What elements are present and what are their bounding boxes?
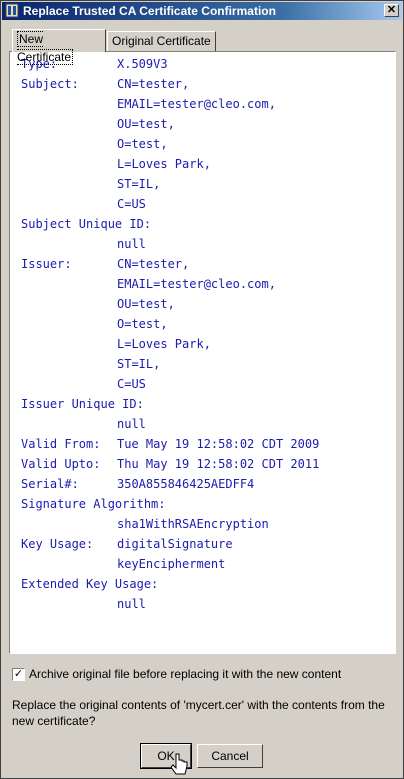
cert-field-value: C=US [117, 377, 146, 391]
archive-label[interactable]: Archive original file before replacing i… [29, 667, 341, 681]
dialog-window: Replace Trusted CA Certificate Confirmat… [0, 0, 404, 779]
window-title: Replace Trusted CA Certificate Confirmat… [23, 4, 276, 18]
cert-field-value: C=US [117, 197, 146, 211]
cert-field-value: L=Loves Park, [117, 337, 211, 351]
tab-label: New Certificate [17, 31, 74, 65]
cancel-button[interactable]: Cancel [197, 744, 263, 768]
archive-checkbox[interactable]: ✓ [12, 668, 25, 681]
confirmation-message: Replace the original contents of 'mycert… [12, 698, 385, 728]
cert-field-value: Thu May 19 12:58:02 CDT 2011 [117, 457, 320, 471]
close-icon: ✕ [386, 4, 397, 16]
cert-field-value: ST=IL, [117, 177, 161, 191]
cert-field-label: Issuer Unique ID: [21, 397, 144, 411]
title-bar[interactable]: Replace Trusted CA Certificate Confirmat… [2, 2, 402, 20]
ok-button[interactable]: OK [140, 743, 192, 769]
cert-field-value: keyEncipherment [117, 557, 226, 571]
cert-field-value: CN=tester, [117, 77, 190, 91]
checkmark-icon: ✓ [13, 668, 24, 680]
cert-field-value: CN=tester, [117, 257, 190, 271]
certificate-panel: Type:X.509V3Subject:CN=tester,EMAIL=test… [9, 51, 396, 654]
cert-field-value: null [117, 597, 146, 611]
cert-field-value: 350A855846425AEDFF4 [117, 477, 255, 491]
cert-field-label: Key Usage: [21, 537, 94, 551]
tab-label: Original Certificate [112, 34, 211, 48]
cert-field-value: null [117, 417, 146, 431]
cert-field-value: O=test, [117, 137, 168, 151]
app-icon [5, 3, 19, 18]
cert-field-label: Extended Key Usage: [21, 577, 159, 591]
cert-field-value: L=Loves Park, [117, 157, 211, 171]
cert-field-value: null [117, 237, 146, 251]
cert-field-value: sha1WithRSAEncryption [117, 517, 269, 531]
cert-field-value: OU=test, [117, 297, 175, 311]
cert-field-value: EMAIL=tester@cleo.com, [117, 97, 276, 111]
cert-field-label: Subject: [21, 77, 79, 91]
cert-field-label: Valid From: [21, 437, 101, 451]
cert-field-value: ST=IL, [117, 357, 161, 371]
cert-field-value: X.509V3 [117, 57, 168, 71]
cert-field-value: OU=test, [117, 117, 175, 131]
tab-new-certificate[interactable]: New Certificate [12, 29, 106, 65]
cert-field-value: digitalSignature [117, 537, 233, 551]
cert-field-label: Issuer: [21, 257, 72, 271]
close-button[interactable]: ✕ [384, 4, 399, 17]
cert-field-label: Valid Upto: [21, 457, 101, 471]
cert-field-label: Signature Algorithm: [21, 497, 166, 511]
cert-field-value: O=test, [117, 317, 168, 331]
cert-field-label: Serial#: [21, 477, 79, 491]
cert-field-label: Subject Unique ID: [21, 217, 152, 231]
cert-field-value: Tue May 19 12:58:02 CDT 2009 [117, 437, 320, 451]
cert-field-value: EMAIL=tester@cleo.com, [117, 277, 276, 291]
tab-original-certificate[interactable]: Original Certificate [107, 31, 216, 51]
